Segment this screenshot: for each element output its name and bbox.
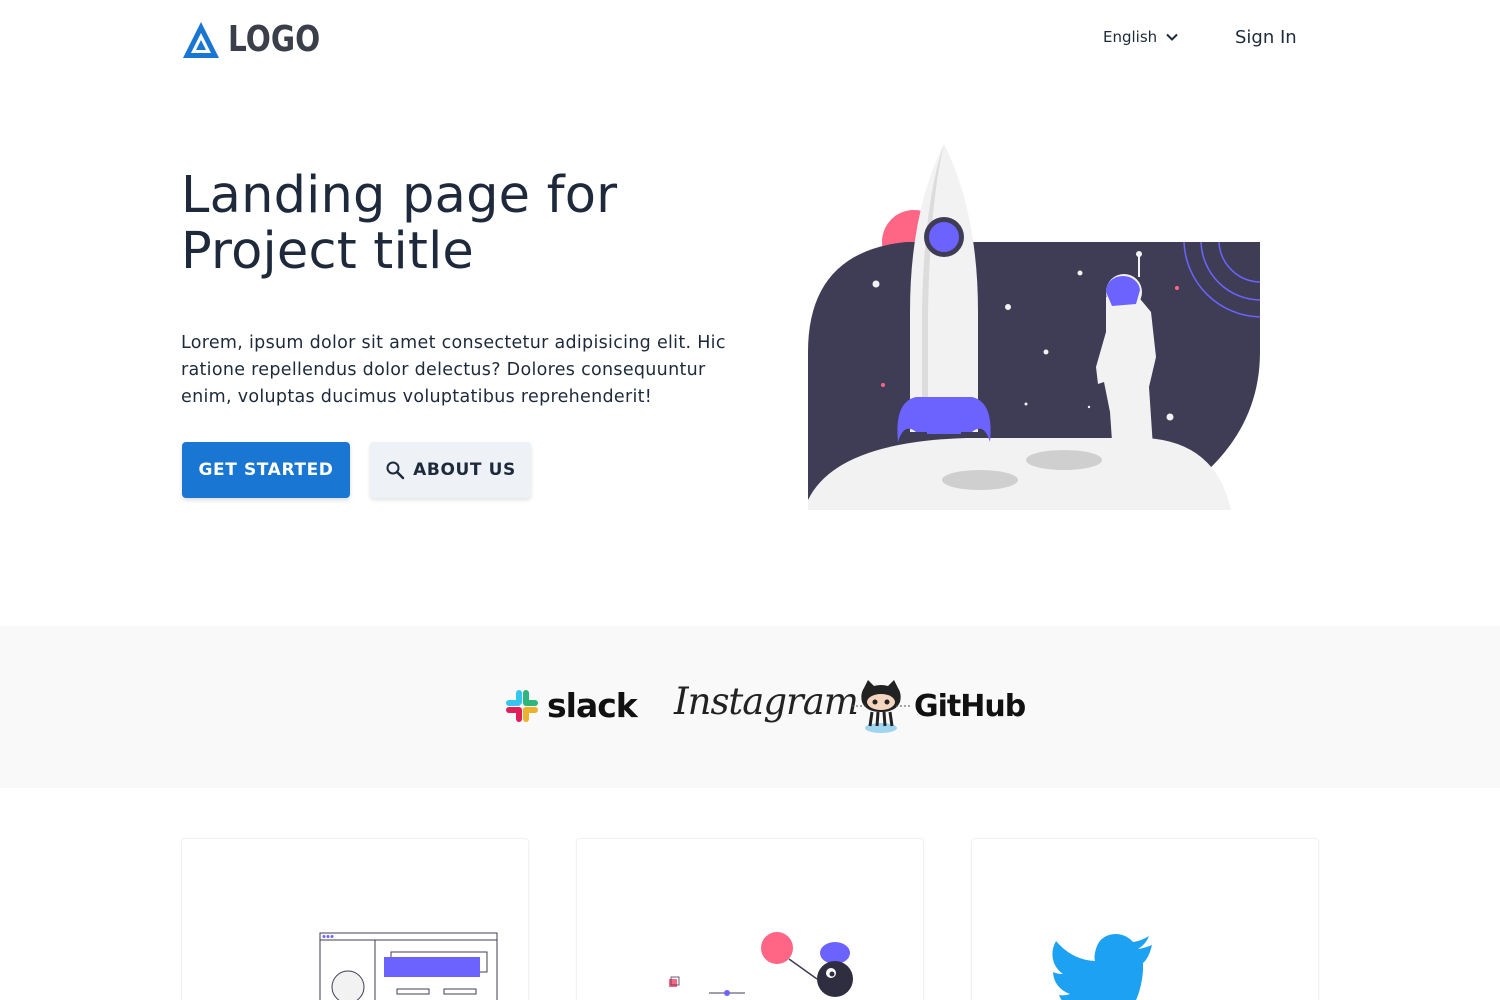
chevron-down-icon [1166, 33, 1178, 41]
character-illustration [669, 932, 853, 997]
feature-card [576, 838, 924, 1000]
slack-hash-icon [506, 689, 538, 722]
sign-in-link[interactable]: Sign In [1235, 27, 1297, 48]
github-logo: GitHub [850, 678, 1026, 734]
slack-wordmark: slack [547, 686, 638, 725]
github-wordmark: GitHub [914, 688, 1026, 724]
search-icon [386, 461, 405, 480]
feature-card [181, 838, 529, 1000]
feature-card [971, 838, 1319, 1000]
hero-description: Lorem, ipsum dolor sit amet consectetur … [181, 333, 726, 407]
language-selector[interactable]: English [1103, 28, 1179, 46]
about-us-label: ABOUT US [413, 460, 516, 480]
triangle-logo-icon [183, 22, 219, 58]
slack-logo: slack [505, 686, 638, 725]
logo[interactable]: LOGO [182, 20, 340, 60]
about-us-button[interactable]: ABOUT US [370, 442, 531, 498]
rocket-astronaut-illustration [808, 144, 1261, 510]
header: LOGO English Sign In [0, 0, 1500, 80]
get-started-button[interactable]: GET STARTED [182, 442, 350, 498]
web-layout-illustration [319, 932, 498, 1000]
instagram-logo: Instagram [674, 680, 859, 723]
logo-text: LOGO [228, 19, 321, 60]
page-title: Landing page for Project title [181, 166, 618, 281]
get-started-label: GET STARTED [198, 460, 334, 480]
twitter-bird-icon [1052, 934, 1152, 1000]
language-label: English [1103, 28, 1158, 46]
octocat-icon [852, 680, 910, 733]
